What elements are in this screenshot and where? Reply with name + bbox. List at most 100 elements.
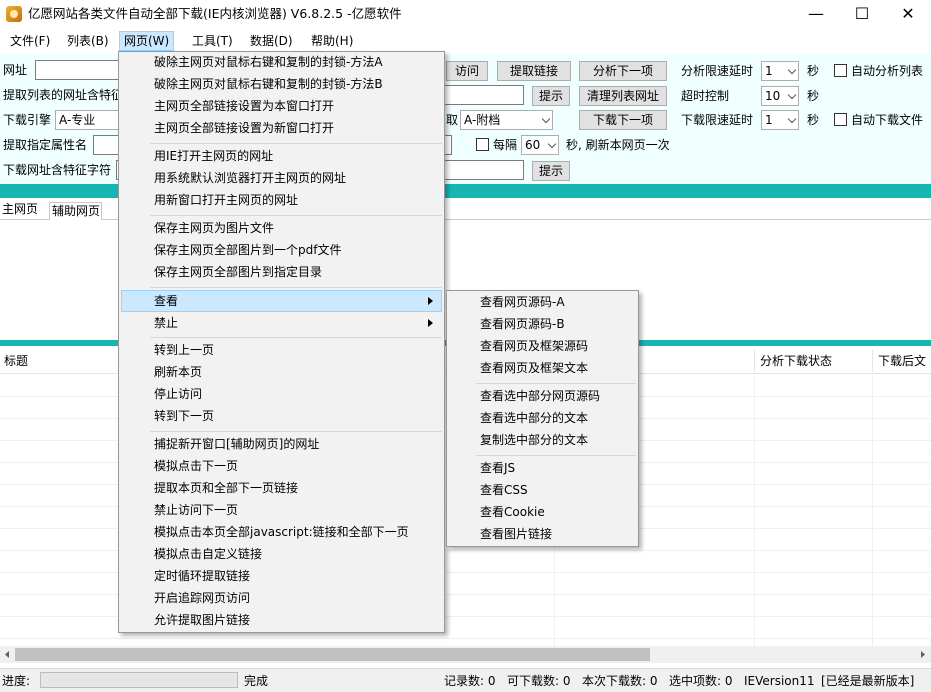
submenu-item-copy-selected-text[interactable]: 复制选中部分的文本 [480, 429, 588, 451]
window-title: 亿愿网站各类文件自动全部下载(IE内核浏览器) V6.8.2.5 -亿愿软件 [28, 6, 402, 21]
menu-item-save-images-pdf[interactable]: 保存主网页全部图片到一个pdf文件 [154, 239, 341, 261]
submenu-item-source-a[interactable]: 查看网页源码-A [480, 291, 565, 313]
grid-line [872, 374, 873, 646]
menu-item-unblock-a[interactable]: 破除主网页对鼠标右键和复制的封锁-方法A [154, 51, 383, 73]
download-feature-label: 下载网址含特征字符 [3, 163, 112, 177]
menu-item-open-in-ie[interactable]: 用IE打开主网页的网址 [154, 145, 273, 167]
menu-item-forbid[interactable]: 禁止 [154, 312, 178, 334]
progress-label: 进度: [2, 674, 31, 688]
attachment-value: A-附档 [464, 113, 501, 127]
submenu-item-selected-source[interactable]: 查看选中部分网页源码 [480, 385, 600, 407]
menu-item-links-same-window[interactable]: 主网页全部链接设置为本窗口打开 [154, 95, 334, 117]
menu-item-open-new-window[interactable]: 用新窗口打开主网页的网址 [154, 189, 298, 211]
analyze-next-button[interactable]: 分析下一项 [579, 61, 667, 81]
menu-help[interactable]: 帮助(H) [307, 31, 357, 51]
analyze-delay-label: 分析限速延时 [681, 64, 754, 78]
menu-item-view[interactable]: 查看 [154, 290, 178, 312]
engine-select[interactable]: A-专业 [55, 110, 125, 130]
submenu-item-source-b[interactable]: 查看网页源码-B [480, 313, 565, 335]
maximize-button[interactable]: ☐ [839, 0, 885, 28]
app-logo-icon [6, 6, 22, 22]
auto-download-checkbox[interactable] [834, 113, 847, 126]
menu-item-open-default-browser[interactable]: 用系统默认浏览器打开主网页的网址 [154, 167, 346, 189]
column-separator[interactable] [754, 350, 755, 372]
menu-item-save-as-image[interactable]: 保存主网页为图片文件 [154, 217, 274, 239]
menu-list[interactable]: 列表(B) [63, 31, 113, 51]
menu-item-capture-new-window[interactable]: 捕捉新开窗口[辅助网页]的网址 [154, 433, 319, 455]
scroll-right-icon[interactable] [918, 648, 928, 661]
column-after-download[interactable]: 下载后文 [878, 353, 926, 369]
auto-download-label: 自动下载文件 [851, 113, 924, 127]
fetch-suffix-label: 取 [446, 113, 459, 127]
menu-data[interactable]: 数据(D) [246, 31, 297, 51]
download-seconds-label: 秒 [807, 113, 820, 127]
minimize-button[interactable]: — [793, 0, 839, 28]
menu-item-links-new-window[interactable]: 主网页全部链接设置为新窗口打开 [154, 117, 334, 139]
menu-item-stop[interactable]: 停止访问 [154, 383, 202, 405]
column-title[interactable]: 标题 [4, 353, 28, 369]
menu-item-click-next[interactable]: 模拟点击下一页 [154, 455, 238, 477]
submenu-item-view-css[interactable]: 查看CSS [480, 479, 528, 501]
refresh-checkbox[interactable] [476, 138, 489, 151]
menu-item-extract-all-pages[interactable]: 提取本页和全部下一页链接 [154, 477, 298, 499]
selected-count: 选中项数: 0 [669, 674, 733, 688]
menu-item-timed-extract[interactable]: 定时循环提取链接 [154, 565, 250, 587]
menu-item-forbid-next[interactable]: 禁止访问下一页 [154, 499, 238, 521]
download-next-button[interactable]: 下载下一项 [579, 110, 667, 130]
menu-item-unblock-b[interactable]: 破除主网页对鼠标右键和复制的封锁-方法B [154, 73, 383, 95]
chevron-down-icon [541, 114, 551, 124]
extract-links-button[interactable]: 提取链接 [497, 61, 571, 81]
menu-item-save-images-folder[interactable]: 保存主网页全部图片到指定目录 [154, 261, 322, 283]
menu-separator [150, 143, 442, 144]
submenu-item-view-cookie[interactable]: 查看Cookie [480, 501, 545, 523]
menu-separator [150, 287, 442, 288]
tab-main-page[interactable]: 主网页 [2, 201, 38, 219]
attribute-name-label: 提取指定属性名 [3, 138, 88, 152]
refresh-interval-select[interactable]: 60 [521, 135, 559, 155]
timeout-select[interactable]: 10 [761, 86, 799, 106]
menu-tools[interactable]: 工具(T) [188, 31, 237, 51]
menu-file[interactable]: 文件(F) [6, 31, 54, 51]
analyze-delay-value: 1 [765, 64, 773, 78]
submenu-item-frame-text[interactable]: 查看网页及框架文本 [480, 357, 588, 379]
menu-webpage[interactable]: 网页(W) [119, 31, 175, 51]
clear-list-url-button[interactable]: 清理列表网址 [579, 86, 667, 106]
scrollbar-thumb[interactable] [15, 648, 650, 661]
submenu-item-frame-source[interactable]: 查看网页及框架源码 [480, 335, 588, 357]
menu-item-next-page[interactable]: 转到下一页 [154, 405, 214, 427]
visit-button[interactable]: 访问 [446, 61, 488, 81]
menu-item-refresh[interactable]: 刷新本页 [154, 361, 202, 383]
menu-item-previous-page[interactable]: 转到上一页 [154, 339, 214, 361]
download-delay-value: 1 [765, 113, 773, 127]
grid-line [754, 374, 755, 646]
version-status: [已经是最新版本] [821, 674, 915, 688]
refresh-text: 秒, 刷新本网页一次 [566, 138, 670, 152]
download-feature-input-tail[interactable] [444, 160, 524, 180]
analyze-delay-select[interactable]: 1 [761, 61, 799, 81]
tab-aux-page[interactable]: 辅助网页 [49, 202, 102, 220]
menu-item-click-javascript[interactable]: 模拟点击本页全部javascript:链接和全部下一页 [154, 521, 409, 543]
submenu-item-view-image-links[interactable]: 查看图片链接 [480, 523, 552, 545]
url-input[interactable] [35, 60, 125, 80]
menu-item-track-visits[interactable]: 开启追踪网页访问 [154, 587, 250, 609]
progress-bar [40, 672, 238, 688]
list-url-feature-input[interactable] [444, 85, 524, 105]
column-separator[interactable] [872, 350, 873, 372]
prompt-button[interactable]: 提示 [532, 86, 570, 106]
attribute-name-input-tail[interactable] [444, 135, 452, 155]
column-status[interactable]: 分析下载状态 [760, 353, 832, 369]
auto-analyze-label: 自动分析列表 [851, 64, 924, 78]
url-label: 网址 [3, 63, 28, 77]
scroll-left-icon[interactable] [2, 648, 12, 661]
submenu-item-selected-text[interactable]: 查看选中部分的文本 [480, 407, 588, 429]
ie-version: IEVersion11 [744, 674, 815, 688]
prompt-button-2[interactable]: 提示 [532, 161, 570, 181]
attachment-select[interactable]: A-附档 [460, 110, 553, 130]
download-delay-select[interactable]: 1 [761, 110, 799, 130]
close-button[interactable]: ✕ [885, 0, 931, 28]
menu-item-click-custom[interactable]: 模拟点击自定义链接 [154, 543, 262, 565]
submenu-item-view-js[interactable]: 查看JS [480, 457, 515, 479]
engine-value: A-专业 [59, 113, 96, 127]
menu-item-allow-image-links[interactable]: 允许提取图片链接 [154, 609, 250, 631]
auto-analyze-checkbox[interactable] [834, 64, 847, 77]
